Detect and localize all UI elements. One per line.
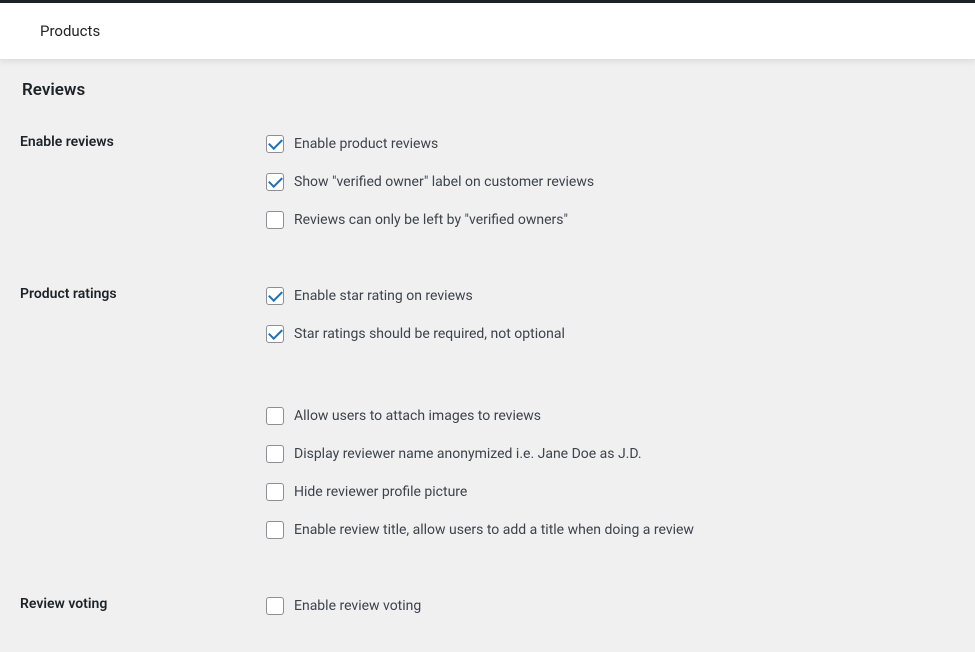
label-enable-product-reviews[interactable]: Enable product reviews <box>294 136 438 152</box>
checkbox-hide-profile-picture[interactable] <box>266 483 284 501</box>
checkbox-anonymize-name[interactable] <box>266 445 284 463</box>
option-enable-star-rating: Enable star rating on reviews <box>266 284 955 308</box>
checkbox-enable-review-title[interactable] <box>266 521 284 539</box>
option-enable-review-voting: Enable review voting <box>266 594 955 618</box>
label-star-rating-required[interactable]: Star ratings should be required, not opt… <box>294 326 565 342</box>
setting-label-product-ratings: Product ratings <box>20 284 266 302</box>
label-verified-owner-label[interactable]: Show "verified owner" label on customer … <box>294 174 594 190</box>
checkbox-verified-owner-label[interactable] <box>266 173 284 191</box>
settings-content: Reviews Enable reviews Enable product re… <box>0 60 975 652</box>
option-enable-review-title: Enable review title, allow users to add … <box>266 518 955 542</box>
setting-row-review-voting: Review voting Enable review voting <box>20 594 955 632</box>
option-verified-owner-label: Show "verified owner" label on customer … <box>266 170 955 194</box>
checkbox-attach-images[interactable] <box>266 407 284 425</box>
setting-row-enable-reviews: Enable reviews Enable product reviews Sh… <box>20 132 955 246</box>
option-verified-owners-only: Reviews can only be left by "verified ow… <box>266 208 955 232</box>
setting-controls-review-voting: Enable review voting <box>266 594 955 632</box>
header-tab-products[interactable]: Products <box>40 22 935 40</box>
page-header: Products <box>0 3 975 60</box>
option-star-rating-required: Star ratings should be required, not opt… <box>266 322 955 346</box>
checkbox-enable-star-rating[interactable] <box>266 287 284 305</box>
label-attach-images[interactable]: Allow users to attach images to reviews <box>294 408 541 424</box>
option-hide-profile-picture: Hide reviewer profile picture <box>266 480 955 504</box>
setting-label-enable-reviews: Enable reviews <box>20 132 266 150</box>
label-hide-profile-picture[interactable]: Hide reviewer profile picture <box>294 484 467 500</box>
section-title-reviews: Reviews <box>22 80 955 100</box>
label-anonymize-name[interactable]: Display reviewer name anonymized i.e. Ja… <box>294 446 642 462</box>
setting-label-review-voting: Review voting <box>20 594 266 612</box>
checkbox-verified-owners-only[interactable] <box>266 211 284 229</box>
label-verified-owners-only[interactable]: Reviews can only be left by "verified ow… <box>294 212 568 228</box>
option-enable-product-reviews: Enable product reviews <box>266 132 955 156</box>
setting-row-product-ratings: Product ratings Enable star rating on re… <box>20 284 955 556</box>
option-anonymize-name: Display reviewer name anonymized i.e. Ja… <box>266 442 955 466</box>
label-enable-review-title[interactable]: Enable review title, allow users to add … <box>294 522 694 538</box>
checkbox-star-rating-required[interactable] <box>266 325 284 343</box>
checkbox-enable-review-voting[interactable] <box>266 597 284 615</box>
checkbox-enable-product-reviews[interactable] <box>266 135 284 153</box>
setting-controls-product-ratings: Enable star rating on reviews Star ratin… <box>266 284 955 556</box>
setting-controls-enable-reviews: Enable product reviews Show "verified ow… <box>266 132 955 246</box>
option-attach-images: Allow users to attach images to reviews <box>266 404 955 428</box>
label-enable-review-voting[interactable]: Enable review voting <box>294 598 421 614</box>
label-enable-star-rating[interactable]: Enable star rating on reviews <box>294 288 473 304</box>
